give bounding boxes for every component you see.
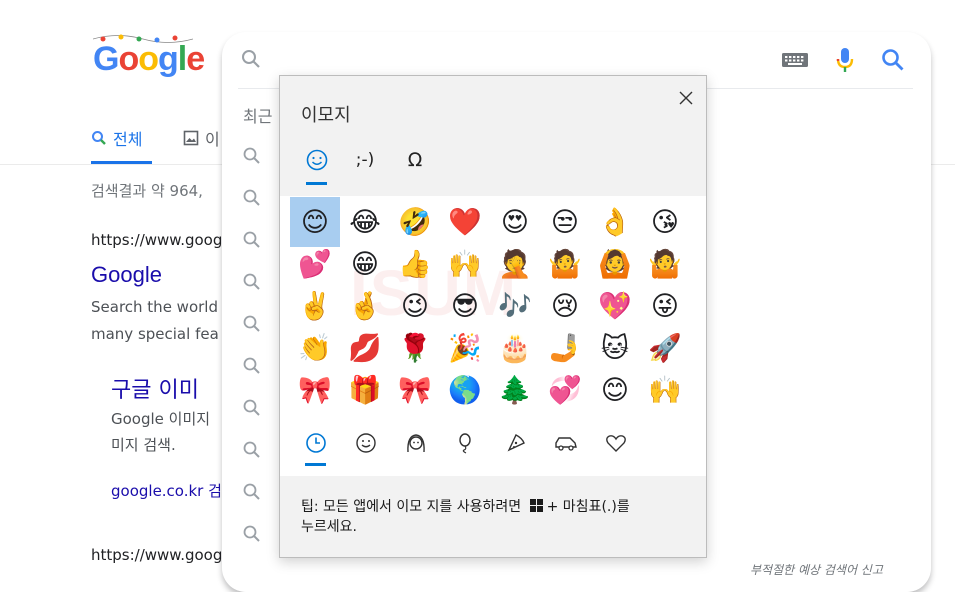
- people-icon: [407, 434, 425, 453]
- emoji-cell[interactable]: 🎀: [290, 365, 340, 415]
- balloon-icon: [459, 433, 471, 454]
- emoji-panel: 이모지 ;-) Ω ISUM 😊 😂 🤣 ❤️ 😍 😒 👌 😘 💕 😁 👍 🙌 🤦 🤷 🙆 🤷 ✌️ 🤞 😉 😎 🎶 😢 💖…: [279, 75, 707, 558]
- smiley-outline-icon: [306, 149, 328, 171]
- tip-text: 팁: 모든 앱에서 이모 지를 사용하려면 + 마침표(.)를 누르세요.: [301, 497, 691, 537]
- logo-letter: o: [138, 40, 159, 78]
- recent-searches-label: 최근: [243, 107, 273, 126]
- search-icon: [242, 50, 260, 68]
- sitelink-snippet: 미지 검색.: [111, 436, 176, 454]
- heart-icon: [606, 435, 626, 452]
- emoji-cell[interactable]: 🌎: [440, 365, 490, 415]
- tab-all-label: 전체: [113, 130, 143, 149]
- search-icon: [243, 441, 260, 458]
- sitelink-snippet: Google 이미지: [111, 410, 211, 428]
- emoji-cell[interactable]: 🎁: [340, 365, 390, 415]
- pizza-icon: [507, 434, 525, 452]
- search-icon: [243, 231, 260, 248]
- result-snippet: many special fea: [91, 325, 219, 343]
- logo-letter: G: [93, 40, 119, 78]
- emoji-group-bar: [280, 416, 706, 476]
- close-button[interactable]: [676, 88, 696, 108]
- group-smileys[interactable]: [353, 430, 379, 456]
- image-icon: [183, 130, 199, 146]
- keyboard-icon[interactable]: [782, 52, 808, 68]
- emoji-cell[interactable]: 🌲: [490, 365, 540, 415]
- panel-title: 이모지: [301, 105, 351, 126]
- tab-emoji[interactable]: [305, 148, 329, 172]
- emoji-cell[interactable]: 😊: [590, 365, 640, 415]
- active-category-indicator: [306, 182, 327, 185]
- logo-letter: e: [186, 40, 205, 78]
- group-transport[interactable]: [553, 430, 579, 456]
- search-icon: [243, 189, 260, 206]
- logo-letter: g: [158, 40, 179, 78]
- search-icon: [243, 483, 260, 500]
- group-people[interactable]: [403, 430, 429, 456]
- tab-images[interactable]: 이: [183, 126, 220, 150]
- emoji-cell[interactable]: 💞: [540, 365, 590, 415]
- search-icon: [243, 399, 260, 416]
- search-submit-icon[interactable]: [881, 48, 905, 72]
- sitelink-title[interactable]: 구글 이미: [111, 372, 199, 404]
- result-snippet: Search the world: [91, 298, 218, 316]
- google-logo[interactable]: Google: [93, 34, 205, 79]
- tip-line-start: 팁: 모든 앱에서 이모 지를 사용하려면: [301, 499, 522, 515]
- car-icon: [555, 437, 577, 451]
- smiley-icon: [356, 433, 376, 453]
- emoji-cell[interactable]: 🙌: [640, 365, 690, 415]
- multicolor-search-icon: [92, 131, 106, 145]
- lights-doodle-icon: [93, 34, 193, 43]
- search-icon: [243, 315, 260, 332]
- tab-images-label: 이: [205, 130, 220, 149]
- search-icon: [243, 525, 260, 542]
- sitelink-url[interactable]: google.co.kr 검: [111, 480, 222, 501]
- group-food[interactable]: [503, 430, 529, 456]
- tab-kaomoji[interactable]: ;-): [352, 148, 378, 172]
- logo-letter: o: [118, 40, 139, 78]
- logo-letter: l: [177, 40, 188, 78]
- group-celebration[interactable]: [453, 430, 479, 456]
- close-icon: [679, 91, 693, 105]
- search-icon: [243, 147, 260, 164]
- microphone-icon[interactable]: [836, 47, 854, 75]
- windows-logo-icon: [529, 499, 543, 512]
- result-url[interactable]: https://www.goog: [91, 231, 222, 249]
- emoji-grid: ISUM 😊 😂 🤣 ❤️ 😍 😒 👌 😘 💕 😁 👍 🙌 🤦 🤷 🙆 🤷 ✌️ 🤞 😉 😎 🎶 😢 💖 😜 👏 💋 🌹 🎉 🎂 🤳 🐱 🚀 🎀…: [280, 196, 706, 416]
- group-recent[interactable]: [303, 430, 329, 456]
- tab-symbols[interactable]: Ω: [404, 148, 426, 172]
- search-icon: [243, 357, 260, 374]
- search-icon: [243, 273, 260, 290]
- active-group-indicator: [305, 463, 326, 466]
- result-url[interactable]: https://www.goog: [91, 546, 222, 564]
- group-symbols[interactable]: [603, 430, 629, 456]
- tab-all[interactable]: 전체: [91, 126, 142, 150]
- tip-keys: + 마침표(.)를: [546, 499, 630, 515]
- recent-icon: [306, 433, 326, 453]
- result-title-link[interactable]: Google: [91, 262, 162, 288]
- report-predictions-link[interactable]: 부적절한 예상 검색어 신고: [750, 561, 883, 578]
- emoji-cell[interactable]: 🎀: [390, 365, 440, 415]
- result-stats: 검색결과 약 964,: [91, 182, 203, 200]
- tip-line-end: 누르세요.: [301, 519, 357, 535]
